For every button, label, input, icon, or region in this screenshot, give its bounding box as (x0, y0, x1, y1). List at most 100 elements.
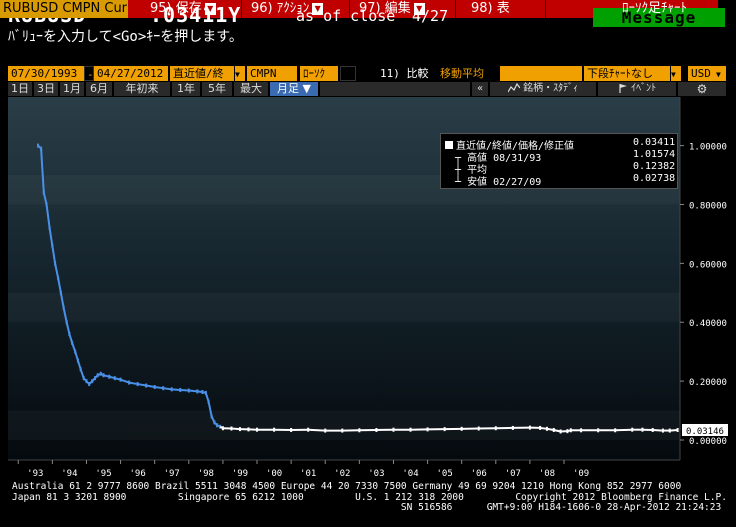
series-segment (188, 389, 198, 393)
y-axis: 0.00000 0.20000 0.40000 0.60000 0.80000 1.000… (679, 97, 727, 460)
currency-dropdown[interactable]: ▼ (716, 66, 726, 81)
table-button[interactable]: 98) 表 (471, 0, 510, 18)
end-date-field[interactable]: 04/27/2012 (94, 66, 168, 81)
y-tick-label: 0.00000 (689, 437, 727, 447)
tab-1d[interactable]: 1日 (8, 82, 32, 96)
save-menu[interactable]: 95) 保存 ▼ (150, 0, 216, 18)
currency-field[interactable]: USD (688, 66, 716, 81)
series-segment (546, 427, 554, 431)
moving-average-button[interactable]: 移動平均 (437, 66, 499, 81)
tab-5y[interactable]: 5年 (202, 82, 232, 96)
candle-spacer (340, 66, 356, 81)
legend-low-date: 02/27/09 (493, 177, 542, 188)
y-tick-label: 0.60000 (689, 260, 727, 270)
studies-chart-icon (507, 82, 521, 93)
tab-1m[interactable]: 1月 (60, 82, 84, 96)
chevron-down-icon: ▼ (671, 70, 676, 79)
actions-menu[interactable]: 96) ｱｸｼｮﾝ ▼ (251, 0, 324, 18)
chart-legend[interactable]: 直近値/終値/価格/修正値 0.03411 ┬ 高値 08/31/93 1.01… (440, 133, 678, 189)
chevron-down-icon: ▼ (716, 70, 721, 79)
y-tick-label: 0.40000 (689, 319, 727, 329)
start-date-field[interactable]: 07/30/1993 (8, 66, 84, 81)
date-range-dash: - (84, 66, 94, 81)
chevron-down-icon: ▼ (312, 2, 324, 15)
events-label: ｲﾍﾞﾝﾄ (631, 83, 657, 94)
series-segment (231, 427, 241, 431)
series-segment (615, 428, 633, 432)
tab-ytd[interactable]: 年初来 (114, 82, 170, 96)
tab-6m[interactable]: 6月 (86, 82, 112, 96)
legend-low-row: ┴ 安値 02/27/09 (455, 173, 541, 188)
studies-button[interactable]: 銘柄・ｽﾀﾃﾞｨ (490, 82, 596, 96)
series-segment (652, 428, 664, 432)
x-tick-label: '94 (61, 469, 77, 479)
tab-max[interactable]: 最大 (234, 82, 268, 96)
x-tick-label: '03 (368, 469, 384, 479)
x-tick-label: '07 (505, 469, 521, 479)
tab-3d[interactable]: 3日 (34, 82, 58, 96)
actions-menu-label: 96) ｱｸｼｮﾝ (251, 1, 310, 16)
collapse-arrow-button[interactable]: « (472, 82, 488, 96)
tab-bar-filler (320, 82, 470, 96)
x-tick-label: '05 (436, 469, 452, 479)
footer-contacts: Australia 61 2 9777 8600 Brazil 5511 304… (12, 481, 727, 514)
edit-menu-label: 97) 編集 (359, 1, 411, 16)
legend-low-value: 0.02738 (633, 173, 676, 184)
compare-button[interactable]: 11) 比較 (377, 66, 437, 81)
tab-1y[interactable]: 1年 (172, 82, 200, 96)
x-tick-label: '06 (471, 469, 487, 479)
x-tick-label: '08 (539, 469, 555, 479)
legend-low-label: 安値 (467, 177, 488, 188)
legend-avg-value: 0.12382 (633, 161, 676, 172)
separator (545, 0, 546, 18)
lower-chart-field[interactable]: 下段ﾁｬｰﾄなし (584, 66, 670, 81)
y-tick-label: 1.00000 (689, 143, 727, 153)
input-hint: ﾊﾞﾘｭｰを入力して<Go>ｷｰを押します。 (8, 29, 243, 45)
chevron-down-icon: ▼ (204, 2, 216, 15)
events-button[interactable]: ｲﾍﾞﾝﾄ (598, 82, 676, 96)
separator (455, 0, 456, 18)
x-tick-label: '09 (573, 469, 589, 479)
studies-label: 銘柄・ｽﾀﾃﾞｨ (523, 83, 579, 94)
chart-type-button[interactable]: ﾛｰｿｸ足ﾁｬｰﾄ (622, 0, 687, 18)
legend-high-value: 1.01574 (633, 149, 676, 160)
x-tick-label: '01 (300, 469, 316, 479)
legend-high-date: 08/31/93 (493, 153, 542, 164)
footer-line: SN 516586 GMT+9:00 H184-1606-0 28-Apr-20… (12, 502, 722, 513)
settings-button[interactable]: ⚙ (678, 82, 726, 96)
edit-menu[interactable]: 97) 編集 ▼ (359, 0, 425, 18)
lower-chart-dropdown[interactable]: ▼ (671, 66, 681, 81)
price-type-dropdown[interactable]: ▼ (235, 66, 245, 81)
legend-last-value: 0.03411 (633, 137, 676, 148)
series-segment (308, 428, 326, 432)
moving-average-field[interactable] (500, 66, 582, 81)
price-type-field[interactable]: 直近値/終 (170, 66, 234, 81)
last-value-label: 0.03146 (686, 427, 724, 437)
security-field[interactable]: RUBUSD CMPN Cur (0, 0, 128, 18)
series-segment (669, 428, 678, 432)
source-field[interactable]: CMPN (247, 66, 297, 81)
x-tick-label: '99 (232, 469, 248, 479)
series-segment (540, 426, 548, 430)
separator (241, 0, 242, 18)
x-tick-label: '98 (198, 469, 214, 479)
series-segment (171, 388, 181, 391)
gear-icon: ⚙ (696, 82, 708, 96)
x-axis: '93 '94 '95 '96 '97 '98 '99 '00 '01 '02 '03 '04 '05 '… (8, 459, 680, 479)
footer-line: Australia 61 2 9777 8600 Brazil 5511 304… (12, 481, 682, 492)
y-tick-label: 0.80000 (689, 201, 727, 211)
low-marker-icon: ┴ (455, 177, 462, 188)
data-point (676, 427, 679, 432)
chevron-down-icon: ▼ (413, 2, 425, 15)
x-tick-label: '97 (164, 469, 180, 479)
last-value-marker: 0.03146 (682, 423, 728, 437)
legend-swatch (445, 141, 453, 149)
save-menu-label: 95) 保存 (150, 1, 202, 16)
series-segment (154, 386, 164, 390)
x-tick-label: '02 (334, 469, 350, 479)
candle-field[interactable]: ﾛｰｿｸ (300, 66, 338, 81)
flag-icon (619, 84, 627, 93)
tab-monthly[interactable]: 月足 ▼ (270, 82, 318, 96)
series-segment (180, 388, 189, 392)
x-tick-label: '04 (402, 469, 418, 479)
